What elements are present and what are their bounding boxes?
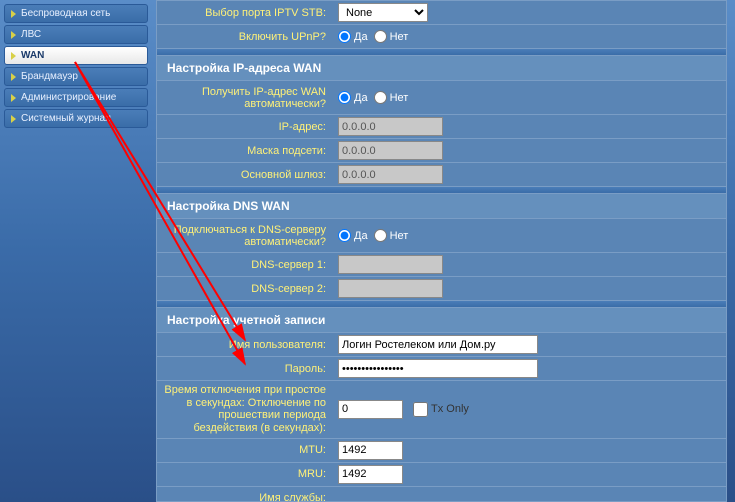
- idle-timeout-input[interactable]: [338, 400, 403, 419]
- ip-address-label: IP-адрес:: [157, 118, 332, 136]
- username-input[interactable]: [338, 335, 538, 354]
- wan-ip-auto-label: Получить IP-адрес WAN автоматически?: [157, 83, 332, 113]
- iptv-port-select[interactable]: None: [338, 3, 428, 22]
- sidebar-item-wan[interactable]: WAN: [4, 46, 148, 65]
- chevron-right-icon: [11, 52, 16, 60]
- chevron-right-icon: [11, 94, 16, 102]
- sidebar-item-admin[interactable]: Администрирование: [4, 88, 148, 107]
- mru-input[interactable]: [338, 465, 403, 484]
- dns2-input: [338, 279, 443, 298]
- upnp-label: Включить UPnP?: [157, 28, 332, 46]
- password-label: Пароль:: [157, 360, 332, 378]
- upnp-no-radio[interactable]: Нет: [374, 30, 409, 43]
- sidebar-item-label: Брандмауэр: [21, 71, 78, 82]
- iptv-port-label: Выбор порта IPTV STB:: [157, 4, 332, 22]
- dns-auto-label: Подключаться к DNS-серверу автоматически…: [157, 221, 332, 251]
- username-label: Имя пользователя:: [157, 336, 332, 354]
- chevron-right-icon: [11, 115, 16, 123]
- chevron-right-icon: [11, 10, 16, 18]
- sidebar-item-label: Системный журнал: [21, 113, 111, 124]
- service-name-label: Имя службы:: [157, 489, 332, 502]
- sidebar: Беспроводная сеть ЛВС WAN Брандмауэр Адм…: [0, 0, 152, 502]
- sidebar-item-firewall[interactable]: Брандмауэр: [4, 67, 148, 86]
- gateway-input: [338, 165, 443, 184]
- sidebar-item-label: WAN: [21, 50, 44, 61]
- sidebar-item-label: Администрирование: [21, 92, 116, 103]
- wan-ip-header: Настройка IP-адреса WAN: [157, 55, 726, 81]
- mru-label: MRU:: [157, 465, 332, 483]
- dns1-input: [338, 255, 443, 274]
- mtu-input[interactable]: [338, 441, 403, 460]
- tx-only-checkbox[interactable]: Tx Only: [413, 402, 469, 417]
- idle-timeout-label: Время отключения при простое в секундах:…: [157, 381, 332, 438]
- chevron-right-icon: [11, 73, 16, 81]
- main-content: Выбор порта IPTV STB: None Включить UPnP…: [152, 0, 735, 502]
- sidebar-item-syslog[interactable]: Системный журнал: [4, 109, 148, 128]
- dns-auto-no-radio[interactable]: Нет: [374, 229, 409, 242]
- sidebar-item-lan[interactable]: ЛВС: [4, 25, 148, 44]
- upnp-yes-radio[interactable]: Да: [338, 30, 368, 43]
- gateway-label: Основной шлюз:: [157, 166, 332, 184]
- dns-header: Настройка DNS WAN: [157, 193, 726, 219]
- dns1-label: DNS-сервер 1:: [157, 256, 332, 274]
- sidebar-item-wireless[interactable]: Беспроводная сеть: [4, 4, 148, 23]
- wan-ip-auto-no-radio[interactable]: Нет: [374, 91, 409, 104]
- ip-address-input: [338, 117, 443, 136]
- wan-ip-auto-yes-radio[interactable]: Да: [338, 91, 368, 104]
- subnet-mask-input: [338, 141, 443, 160]
- subnet-mask-label: Маска подсети:: [157, 142, 332, 160]
- sidebar-item-label: ЛВС: [21, 29, 41, 40]
- dns-auto-yes-radio[interactable]: Да: [338, 229, 368, 242]
- chevron-right-icon: [11, 31, 16, 39]
- password-input[interactable]: [338, 359, 538, 378]
- dns2-label: DNS-сервер 2:: [157, 280, 332, 298]
- account-header: Настройка учетной записи: [157, 307, 726, 333]
- sidebar-item-label: Беспроводная сеть: [21, 8, 110, 19]
- mtu-label: MTU:: [157, 441, 332, 459]
